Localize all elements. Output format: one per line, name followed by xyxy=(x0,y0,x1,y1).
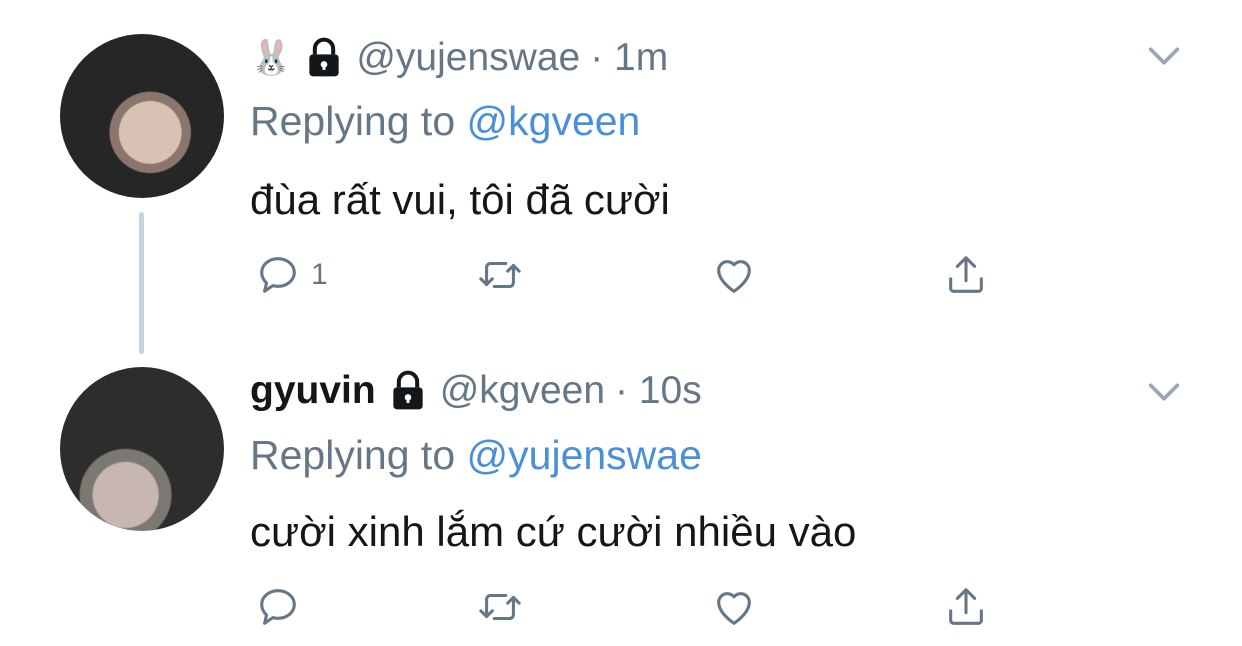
replying-mention[interactable]: @kgveen xyxy=(467,98,641,144)
share-button[interactable] xyxy=(943,252,989,298)
replying-to: Replying to @yujenswae xyxy=(250,432,702,479)
display-name[interactable]: gyuvin xyxy=(250,369,376,413)
like-icon xyxy=(717,592,751,625)
lock-icon xyxy=(309,37,340,77)
tweet-2[interactable]: gyuvin @kgveen · 10s Replying to @yujens… xyxy=(0,340,1242,646)
reply-count: 1 xyxy=(311,258,328,291)
tweet-text: cười xinh lắm cứ cười nhiều vào xyxy=(250,508,857,555)
replying-to: Replying to @kgveen xyxy=(250,98,640,145)
share-icon xyxy=(949,256,983,293)
avatar[interactable] xyxy=(60,367,224,531)
handle[interactable]: @kgveen xyxy=(440,369,605,413)
avatar[interactable] xyxy=(60,34,224,198)
reply-icon xyxy=(260,257,296,293)
chevron-down-icon[interactable] xyxy=(1144,36,1184,76)
timestamp[interactable]: · 10s xyxy=(615,369,702,413)
timestamp[interactable]: · 1m xyxy=(590,36,668,80)
action-bar: 1 xyxy=(255,252,995,300)
replying-mention[interactable]: @yujenswae xyxy=(467,432,702,478)
share-icon xyxy=(949,588,983,625)
handle[interactable]: @yujenswae xyxy=(356,36,580,80)
replying-prefix: Replying to xyxy=(250,432,456,478)
thread-connector xyxy=(139,212,144,354)
name-emoji: 🐰 xyxy=(250,39,293,77)
reply-button[interactable]: 1 xyxy=(255,252,328,298)
chevron-down-icon[interactable] xyxy=(1144,372,1184,412)
like-button[interactable] xyxy=(711,252,757,298)
like-icon xyxy=(717,260,751,293)
like-button[interactable] xyxy=(711,584,757,630)
tweet-header: gyuvin @kgveen · 10s xyxy=(250,369,702,413)
reply-icon xyxy=(260,589,296,625)
tweet-text: đùa rất vui, tôi đã cười xyxy=(250,176,670,223)
lock-icon xyxy=(393,370,423,410)
tweet-1[interactable]: 🐰 @yujenswae · 1m Replying to @kgveen đù… xyxy=(0,0,1242,340)
action-bar xyxy=(255,584,995,632)
replying-prefix: Replying to xyxy=(250,98,456,144)
tweet-header: 🐰 @yujenswae · 1m xyxy=(250,36,668,80)
retweet-icon xyxy=(479,593,521,621)
share-button[interactable] xyxy=(943,584,989,630)
retweet-button[interactable] xyxy=(477,584,523,630)
retweet-icon xyxy=(479,261,521,289)
retweet-button[interactable] xyxy=(477,252,523,298)
reply-button[interactable] xyxy=(255,584,311,630)
